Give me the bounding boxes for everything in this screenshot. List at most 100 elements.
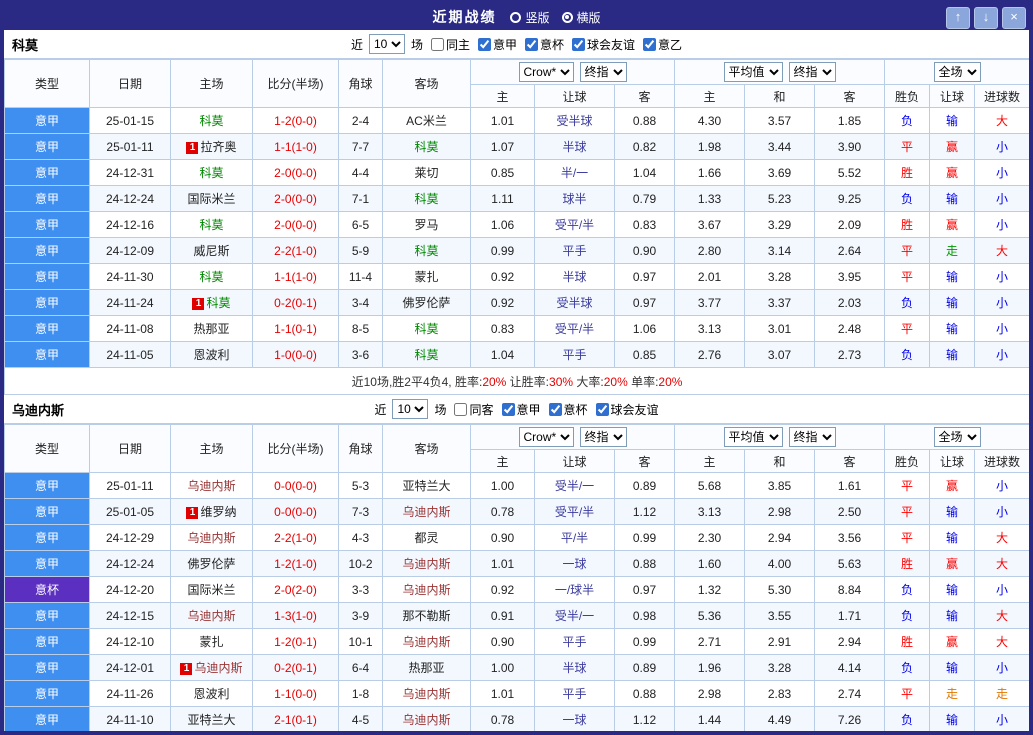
home-team-link[interactable]: 蒙扎 bbox=[199, 635, 223, 649]
filter-checkbox[interactable] bbox=[477, 37, 491, 51]
filter-checkbox-item[interactable]: 意杯 bbox=[525, 36, 564, 53]
filter-checkbox[interactable] bbox=[454, 402, 468, 416]
away-team-link[interactable]: 科莫 bbox=[414, 348, 438, 362]
score-cell[interactable]: 1-0(0-0) bbox=[252, 341, 339, 368]
score-cell[interactable]: 1-2(1-0) bbox=[252, 550, 339, 577]
home-team-link[interactable]: 国际米兰 bbox=[187, 583, 235, 597]
home-team-link[interactable]: 亚特兰大 bbox=[187, 713, 235, 727]
score-cell[interactable]: 2-0(2-0) bbox=[252, 576, 339, 603]
home-team-link[interactable]: 乌迪内斯 bbox=[187, 531, 235, 545]
filter-checkbox-item[interactable]: 意甲 bbox=[477, 36, 517, 53]
layout-radio[interactable]: 竖版 bbox=[510, 9, 550, 26]
home-team-link[interactable]: 科莫 bbox=[206, 296, 230, 310]
score-cell[interactable]: 2-1(0-1) bbox=[252, 706, 339, 731]
away-team-link[interactable]: 都灵 bbox=[414, 531, 438, 545]
euro-avg-select[interactable]: 平均值 bbox=[723, 427, 783, 447]
away-team-link[interactable]: 佛罗伦萨 bbox=[402, 296, 450, 310]
away-team-link[interactable]: 莱切 bbox=[414, 166, 438, 180]
score-cell[interactable]: 1-1(0-0) bbox=[252, 680, 339, 707]
filter-checkbox[interactable] bbox=[643, 37, 657, 51]
home-team-link[interactable]: 国际米兰 bbox=[187, 192, 235, 206]
score-cell[interactable]: 2-0(0-0) bbox=[252, 211, 339, 238]
away-team-link[interactable]: 乌迪内斯 bbox=[402, 583, 450, 597]
filter-checkbox-item[interactable]: 同客 bbox=[454, 401, 494, 418]
filter-checkbox-item[interactable]: 同主 bbox=[430, 36, 470, 53]
euro-time-select[interactable]: 终指 bbox=[788, 62, 836, 82]
match-scope-select[interactable]: 全场 bbox=[933, 427, 981, 447]
away-team-link[interactable]: 科莫 bbox=[414, 140, 438, 154]
home-team-link[interactable]: 拉齐奥 bbox=[200, 140, 236, 154]
filter-checkbox-item[interactable]: 球会友谊 bbox=[595, 401, 659, 418]
away-team-link[interactable]: 乌迪内斯 bbox=[402, 713, 450, 727]
away-team-link[interactable]: 热那亚 bbox=[408, 661, 444, 675]
score-cell[interactable]: 0-0(0-0) bbox=[252, 472, 339, 499]
away-team-link[interactable]: 乌迪内斯 bbox=[402, 505, 450, 519]
filter-checkbox[interactable] bbox=[595, 402, 609, 416]
filter-checkbox[interactable] bbox=[548, 402, 562, 416]
bookmaker-select[interactable]: Crow* bbox=[518, 62, 574, 82]
score-cell[interactable]: 1-1(1-0) bbox=[252, 133, 339, 160]
away-team-link[interactable]: 亚特兰大 bbox=[402, 479, 450, 493]
score-cell[interactable]: 1-1(1-0) bbox=[252, 263, 339, 290]
score-cell[interactable]: 1-2(0-1) bbox=[252, 628, 339, 655]
home-team-link[interactable]: 乌迪内斯 bbox=[194, 661, 242, 675]
away-team-link[interactable]: 那不勒斯 bbox=[402, 609, 450, 623]
red-card-badge: 1 bbox=[192, 298, 205, 310]
home-team-link[interactable]: 乌迪内斯 bbox=[187, 479, 235, 493]
filter-checkbox[interactable] bbox=[430, 37, 444, 51]
score-cell[interactable]: 2-2(1-0) bbox=[252, 237, 339, 264]
home-team-link[interactable]: 科莫 bbox=[199, 114, 223, 128]
score-cell[interactable]: 2-2(1-0) bbox=[252, 524, 339, 551]
euro-draw-odds: 3.44 bbox=[744, 133, 816, 160]
score-cell[interactable]: 1-2(0-0) bbox=[252, 107, 339, 134]
home-team-link[interactable]: 恩波利 bbox=[193, 687, 229, 701]
home-team-link[interactable]: 科莫 bbox=[199, 270, 223, 284]
home-team-link[interactable]: 恩波利 bbox=[193, 348, 229, 362]
close-button[interactable]: × bbox=[1002, 7, 1026, 29]
away-team-link[interactable]: 罗马 bbox=[414, 218, 438, 232]
home-team-link[interactable]: 威尼斯 bbox=[193, 244, 229, 258]
score-cell[interactable]: 2-0(0-0) bbox=[252, 185, 339, 212]
home-team-link[interactable]: 科莫 bbox=[199, 218, 223, 232]
euro-avg-select[interactable]: 平均值 bbox=[723, 62, 783, 82]
away-team-link[interactable]: 乌迪内斯 bbox=[402, 557, 450, 571]
layout-radio[interactable]: 横版 bbox=[561, 9, 601, 26]
euro-draw-odds: 5.30 bbox=[744, 576, 816, 603]
home-team-link[interactable]: 热那亚 bbox=[193, 322, 229, 336]
filter-checkbox[interactable] bbox=[572, 37, 586, 51]
filter-checkbox[interactable] bbox=[501, 402, 515, 416]
score-cell[interactable]: 0-2(0-1) bbox=[252, 289, 339, 316]
recent-count-select[interactable]: 10 bbox=[368, 34, 405, 54]
score-cell[interactable]: 1-3(1-0) bbox=[252, 602, 339, 629]
away-team-link[interactable]: 乌迪内斯 bbox=[402, 635, 450, 649]
filter-checkbox[interactable] bbox=[525, 37, 538, 51]
score-cell[interactable]: 0-2(0-1) bbox=[252, 654, 339, 681]
away-team-link[interactable]: 蒙扎 bbox=[414, 270, 438, 284]
away-team-link[interactable]: 科莫 bbox=[414, 192, 438, 206]
away-team-link[interactable]: AC米兰 bbox=[406, 114, 447, 128]
score-cell[interactable]: 2-0(0-0) bbox=[252, 159, 339, 186]
home-team-link[interactable]: 佛罗伦萨 bbox=[187, 557, 235, 571]
match-scope-select[interactable]: 全场 bbox=[933, 62, 981, 82]
filter-checkbox-item[interactable]: 球会友谊 bbox=[572, 36, 635, 53]
asia-time-select[interactable]: 终指 bbox=[579, 62, 627, 82]
bookmaker-select[interactable]: Crow* bbox=[518, 427, 574, 447]
filter-checkbox-item[interactable]: 意杯 bbox=[548, 401, 588, 418]
asia-time-select[interactable]: 终指 bbox=[579, 427, 627, 447]
sub-col-header: 客 bbox=[613, 449, 676, 473]
home-team-link[interactable]: 维罗纳 bbox=[200, 505, 236, 519]
score-cell[interactable]: 0-0(0-0) bbox=[252, 498, 339, 525]
home-team-link[interactable]: 科莫 bbox=[199, 166, 223, 180]
date-cell: 24-12-24 bbox=[89, 550, 171, 577]
euro-time-select[interactable]: 终指 bbox=[788, 427, 836, 447]
move-down-button[interactable]: ↓ bbox=[974, 7, 998, 29]
recent-count-select[interactable]: 10 bbox=[392, 399, 429, 419]
filter-checkbox-item[interactable]: 意乙 bbox=[643, 36, 682, 53]
away-team-link[interactable]: 科莫 bbox=[414, 322, 438, 336]
home-team-link[interactable]: 乌迪内斯 bbox=[187, 609, 235, 623]
filter-checkbox-item[interactable]: 意甲 bbox=[501, 401, 541, 418]
away-team-link[interactable]: 乌迪内斯 bbox=[402, 687, 450, 701]
away-team-link[interactable]: 科莫 bbox=[414, 244, 438, 258]
move-up-button[interactable]: ↑ bbox=[946, 7, 970, 29]
score-cell[interactable]: 1-1(0-1) bbox=[252, 315, 339, 342]
